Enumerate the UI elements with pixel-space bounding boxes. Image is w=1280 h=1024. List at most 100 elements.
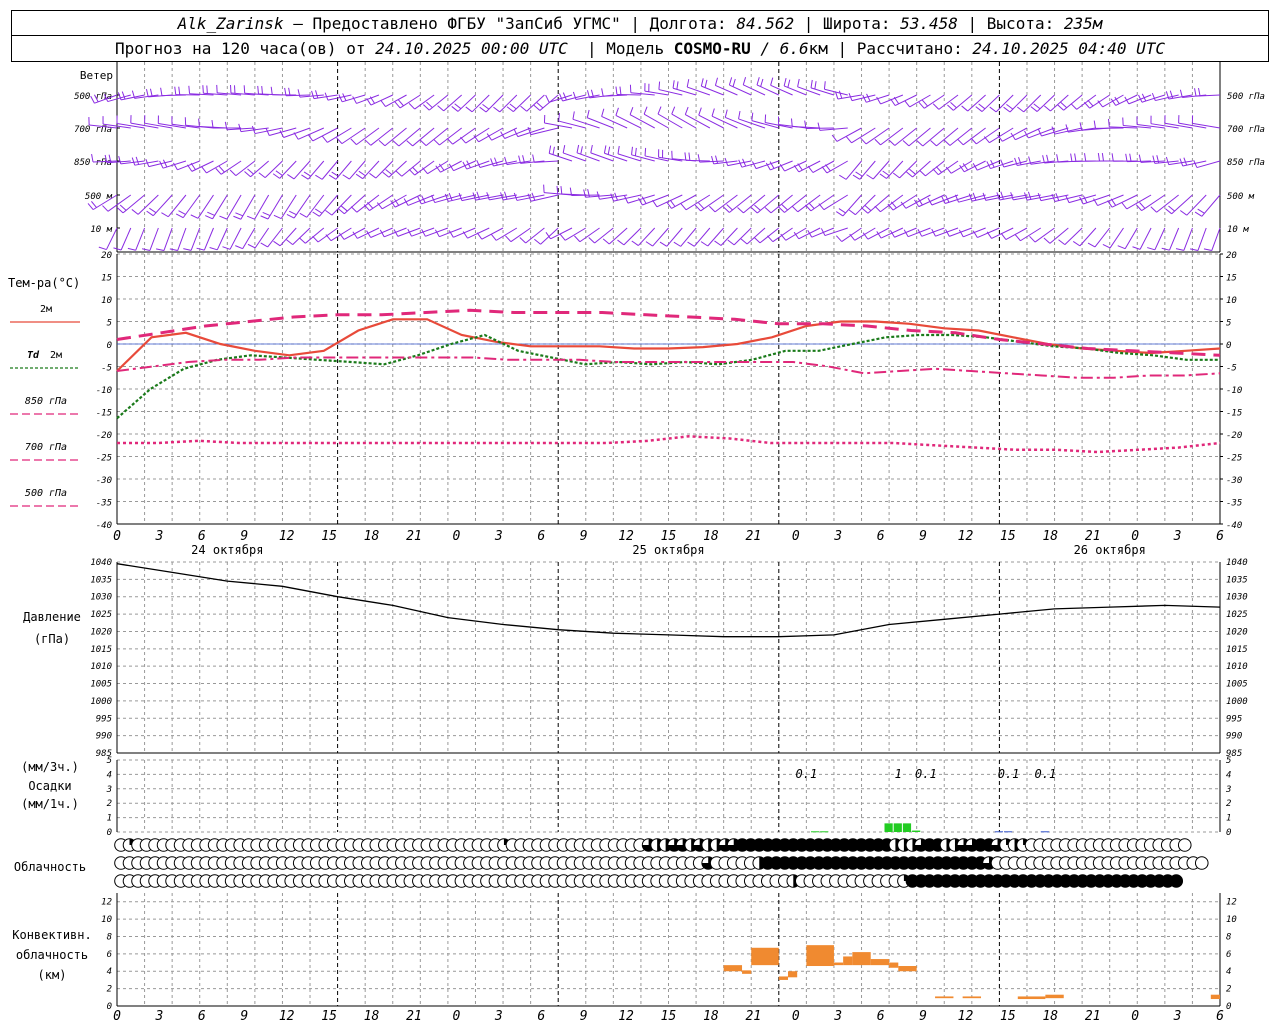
wind-barb-feather [385,169,393,175]
temp-ytick-left: -40 [96,521,112,531]
wind-barb-feather [1084,153,1087,162]
wind-barb [1125,153,1152,163]
wind-barb-feather [1027,191,1032,200]
wind-barb-feather [602,238,610,245]
wind-barb-feather [791,205,799,213]
wind-barb [260,227,283,248]
wind-barb [534,227,559,245]
wind-barb-feather [921,99,928,107]
wind-barb-feather [932,168,939,176]
wind-barb-shaft [344,194,366,215]
wind-barb [366,94,393,106]
conv-xtick: 3 [155,1009,164,1024]
precip-bar [912,830,921,832]
wind-barb-feather [918,101,925,109]
wind-barb-shaft [711,115,738,129]
wind-barb-feather [201,166,207,174]
pressure-ytick-right: 1030 [1226,593,1248,603]
wind-barb [257,85,283,96]
conv-xtick: 0 [792,1009,800,1024]
wind-barb [419,127,449,146]
wind-barb-feather [588,237,595,244]
wind-barb-feather [645,241,653,247]
wind-barb [1014,157,1041,167]
precip-axis-label: Осадки [28,779,71,793]
wind-barb [244,160,269,178]
wind-barb-feather [1125,153,1128,162]
wind-barb-shaft [1156,194,1179,213]
wind-barb-feather [350,206,358,213]
wind-barb [490,157,517,167]
wind-barb-feather [1179,89,1183,98]
wind-barb [558,92,586,102]
conv-xtick: 15 [661,1009,677,1024]
wind-barb-feather [486,192,490,201]
precip-bar [1040,831,1049,833]
wind-barb-feather [615,86,618,95]
temp-ytick-right: -35 [1226,499,1242,509]
wind-barb-feather [1037,128,1042,137]
wind-barb-feather [533,104,541,111]
wind-barb-feather [397,99,404,107]
wind-barb [519,227,545,244]
wind-barb-feather [235,245,243,250]
wind-barb-feather [1072,241,1081,247]
wind-barb [1017,94,1042,113]
wind-barb-feather [1151,92,1156,101]
wind-barb-feather [927,197,933,206]
wind-barb [1165,156,1193,166]
wind-barb-feather [1079,196,1084,205]
wind-barb-feather [787,79,791,88]
pressure-ytick-right: 990 [1226,732,1242,742]
wind-barb-feather [116,207,124,214]
wind-barb-shaft [872,160,890,180]
wind-barb-feather [315,90,319,99]
wind-barb-feather [711,156,715,165]
wind-barb-feather [419,139,427,146]
wind-barb-shaft [135,227,146,251]
wind-barb-feather [982,192,987,201]
wind-barb-feather [617,145,620,154]
wind-barb-feather [408,168,416,176]
wind-barb-feather [861,207,869,214]
wind-barb-feather [559,233,566,241]
wind-barb-feather [431,195,436,203]
temp-xtick: 21 [746,529,762,544]
wind-barb-shaft [1023,94,1042,113]
conv-xtick: 21 [1085,1009,1101,1024]
conv-xtick: 0 [452,1009,460,1024]
wind-barb [1000,227,1028,240]
wind-barb [183,227,201,251]
wind-barb-feather [989,106,997,113]
wind-barb-feather [1000,232,1007,240]
wind-barb-feather [972,192,977,201]
conv-xtick: 6 [198,1009,206,1024]
wind-barb-feather [764,207,772,214]
wind-barb-feather [98,246,107,251]
conv-bar [889,962,899,968]
wind-barb-shaft [824,227,848,237]
wind-barb-feather [711,108,715,117]
cloud-symbol [1194,856,1209,870]
wind-barb [1070,94,1097,110]
wind-barb [1087,227,1111,248]
wind-barb-feather [482,103,490,110]
temp-ytick-right: 0 [1226,341,1231,351]
wind-barb-feather [142,248,151,251]
wind-barb [1203,227,1221,252]
wind-barb [711,155,738,165]
wind-barb-feather [1093,120,1096,129]
temp-ytick-left: -30 [96,476,112,486]
wind-barb-feather [890,201,897,209]
wind-barb-shaft [197,194,214,219]
wind-barb-feather [87,203,94,210]
wind-barb-feather [257,85,259,94]
temp-ytick-right: -15 [1226,409,1242,419]
wind-barb-shaft [216,227,228,251]
wind-barb-feather [778,206,785,213]
cloud-circle [1194,856,1209,870]
wind-barb-feather [233,215,242,220]
wind-barb [532,154,559,163]
wind-barb-feather [652,199,658,208]
wind-barb-feather [619,86,622,95]
